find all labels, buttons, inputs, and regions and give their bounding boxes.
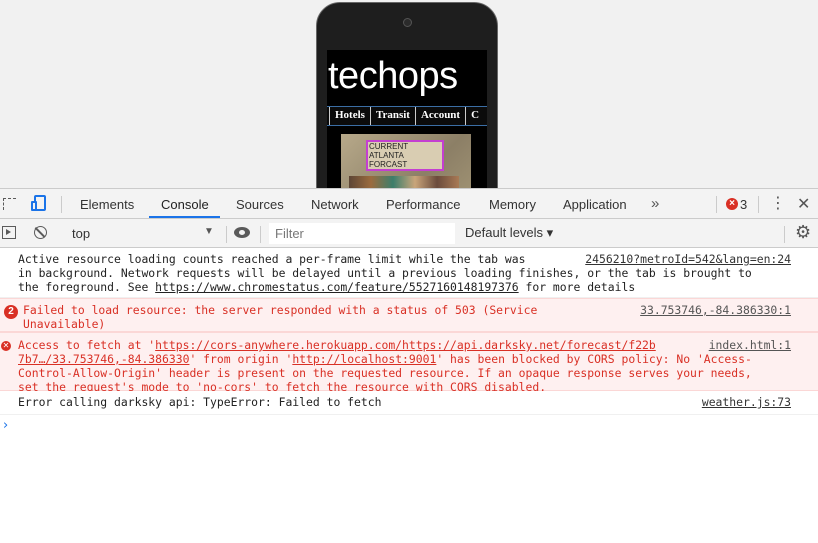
message-text: Error calling darksky api: TypeError: Fa… bbox=[18, 395, 382, 409]
tab-network[interactable]: Network bbox=[311, 197, 359, 212]
console-messages: Active resource loading counts reached a… bbox=[0, 248, 818, 415]
toolbar-divider bbox=[61, 196, 62, 213]
message-line: in background. Network requests will be … bbox=[18, 266, 752, 280]
console-sidebar-icon[interactable] bbox=[2, 226, 16, 239]
page-preview: techops Hotels Transit Account C CURRENT… bbox=[0, 0, 818, 188]
phone-camera bbox=[403, 18, 412, 27]
close-devtools-icon[interactable]: ✕ bbox=[797, 194, 810, 214]
toolbar-divider bbox=[758, 196, 759, 213]
console-message-info: Active resource loading counts reached a… bbox=[0, 248, 818, 298]
message-line: Control-Allow-Origin' header is present … bbox=[18, 366, 752, 380]
console-prompt-icon[interactable]: › bbox=[3, 418, 8, 433]
tab-sources[interactable]: Sources bbox=[236, 197, 284, 212]
nav-account[interactable]: Account bbox=[414, 107, 465, 125]
error-icon: ✕ bbox=[1, 341, 11, 351]
tab-application[interactable]: Application bbox=[563, 197, 627, 212]
eye-pupil bbox=[239, 230, 245, 235]
toolbar-divider bbox=[226, 226, 227, 243]
nav-hotels[interactable]: Hotels bbox=[329, 107, 370, 125]
console-settings-icon[interactable]: ⚙ bbox=[795, 222, 811, 243]
error-count[interactable]: 3 bbox=[740, 197, 747, 212]
message-source-link[interactable]: weather.js:73 bbox=[702, 395, 791, 409]
message-line: ' from origin ' bbox=[189, 352, 293, 366]
message-line: Unavailable) bbox=[23, 317, 106, 331]
live-expression-eye-icon[interactable] bbox=[234, 227, 250, 238]
context-selector[interactable]: top ▼ bbox=[64, 222, 220, 244]
phone-frame: techops Hotels Transit Account C CURRENT… bbox=[316, 2, 498, 188]
cors-anywhere-link-cont[interactable]: 7b7…/33.753746,-84.386330 bbox=[18, 352, 189, 366]
more-tabs-icon[interactable]: » bbox=[651, 195, 659, 212]
tab-memory[interactable]: Memory bbox=[489, 197, 536, 212]
console-filter-input[interactable] bbox=[269, 223, 455, 244]
toolbar-divider bbox=[260, 226, 261, 243]
device-toolbar-icon[interactable] bbox=[31, 195, 47, 213]
message-line: Access to fetch at ' bbox=[18, 338, 156, 352]
message-source-link[interactable]: index.html:1 bbox=[709, 338, 791, 352]
message-text: Access to fetch at 'https://cors-anywher… bbox=[18, 338, 752, 394]
tab-elements[interactable]: Elements bbox=[80, 197, 134, 212]
weather-label: CURRENT ATLANTA FORCAST bbox=[366, 140, 444, 171]
nav-transit[interactable]: Transit bbox=[369, 107, 415, 125]
toolbar-divider bbox=[784, 226, 785, 243]
context-value: top bbox=[72, 226, 91, 241]
console-message-log: Error calling darksky api: TypeError: Fa… bbox=[0, 391, 818, 415]
repeat-count-badge: 2 bbox=[4, 305, 18, 319]
cors-anywhere-link[interactable]: https://cors-anywhere.herokuapp.com/http… bbox=[155, 338, 656, 352]
site-nav: Hotels Transit Account C bbox=[327, 106, 487, 126]
tab-console[interactable]: Console bbox=[161, 197, 209, 212]
message-source-link[interactable]: 33.753746,-84.386330:1 bbox=[640, 303, 791, 317]
message-line: Failed to load resource: the server resp… bbox=[23, 303, 538, 317]
log-levels-dropdown[interactable]: Default levels ▾ bbox=[465, 225, 553, 241]
tab-performance[interactable]: Performance bbox=[386, 197, 460, 212]
message-line: for more details bbox=[518, 280, 636, 294]
console-message-error: 2 Failed to load resource: the server re… bbox=[0, 298, 818, 332]
error-x-icon[interactable]: × bbox=[726, 198, 738, 210]
dropdown-arrow-icon: ▼ bbox=[204, 226, 214, 237]
nav-more[interactable]: C bbox=[465, 107, 484, 125]
active-tab-indicator bbox=[149, 216, 220, 218]
message-text: Failed to load resource: the server resp… bbox=[23, 303, 537, 331]
inspect-element-icon[interactable] bbox=[3, 198, 16, 210]
message-line: ' has been blocked by CORS policy: No 'A… bbox=[436, 352, 752, 366]
localhost-link[interactable]: http://localhost:9001 bbox=[292, 352, 436, 366]
message-source-link[interactable]: 2456210?metroId=542&lang=en:24 bbox=[585, 252, 791, 266]
device-small-shape bbox=[31, 201, 37, 211]
console-message-error: ✕ Access to fetch at 'https://cors-anywh… bbox=[0, 332, 818, 394]
console-filterbar: top ▼ Default levels ▾ ⚙ bbox=[0, 219, 818, 248]
chromestatus-link[interactable]: https://www.chromestatus.com/feature/552… bbox=[155, 280, 518, 294]
weather-panel: CURRENT ATLANTA FORCAST bbox=[341, 134, 471, 188]
site-logo: techops bbox=[328, 55, 458, 97]
toolbar-divider bbox=[716, 196, 717, 213]
clear-console-icon[interactable] bbox=[34, 226, 47, 239]
message-line: Active resource loading counts reached a… bbox=[18, 252, 533, 266]
phone-screen: techops Hotels Transit Account C CURRENT… bbox=[327, 50, 487, 188]
weather-image bbox=[349, 176, 459, 188]
message-line: the foreground. See bbox=[18, 280, 156, 294]
devtools-menu-icon[interactable]: ⋮ bbox=[770, 195, 786, 213]
devtools-tabbar: Elements Console Sources Network Perform… bbox=[0, 188, 818, 219]
